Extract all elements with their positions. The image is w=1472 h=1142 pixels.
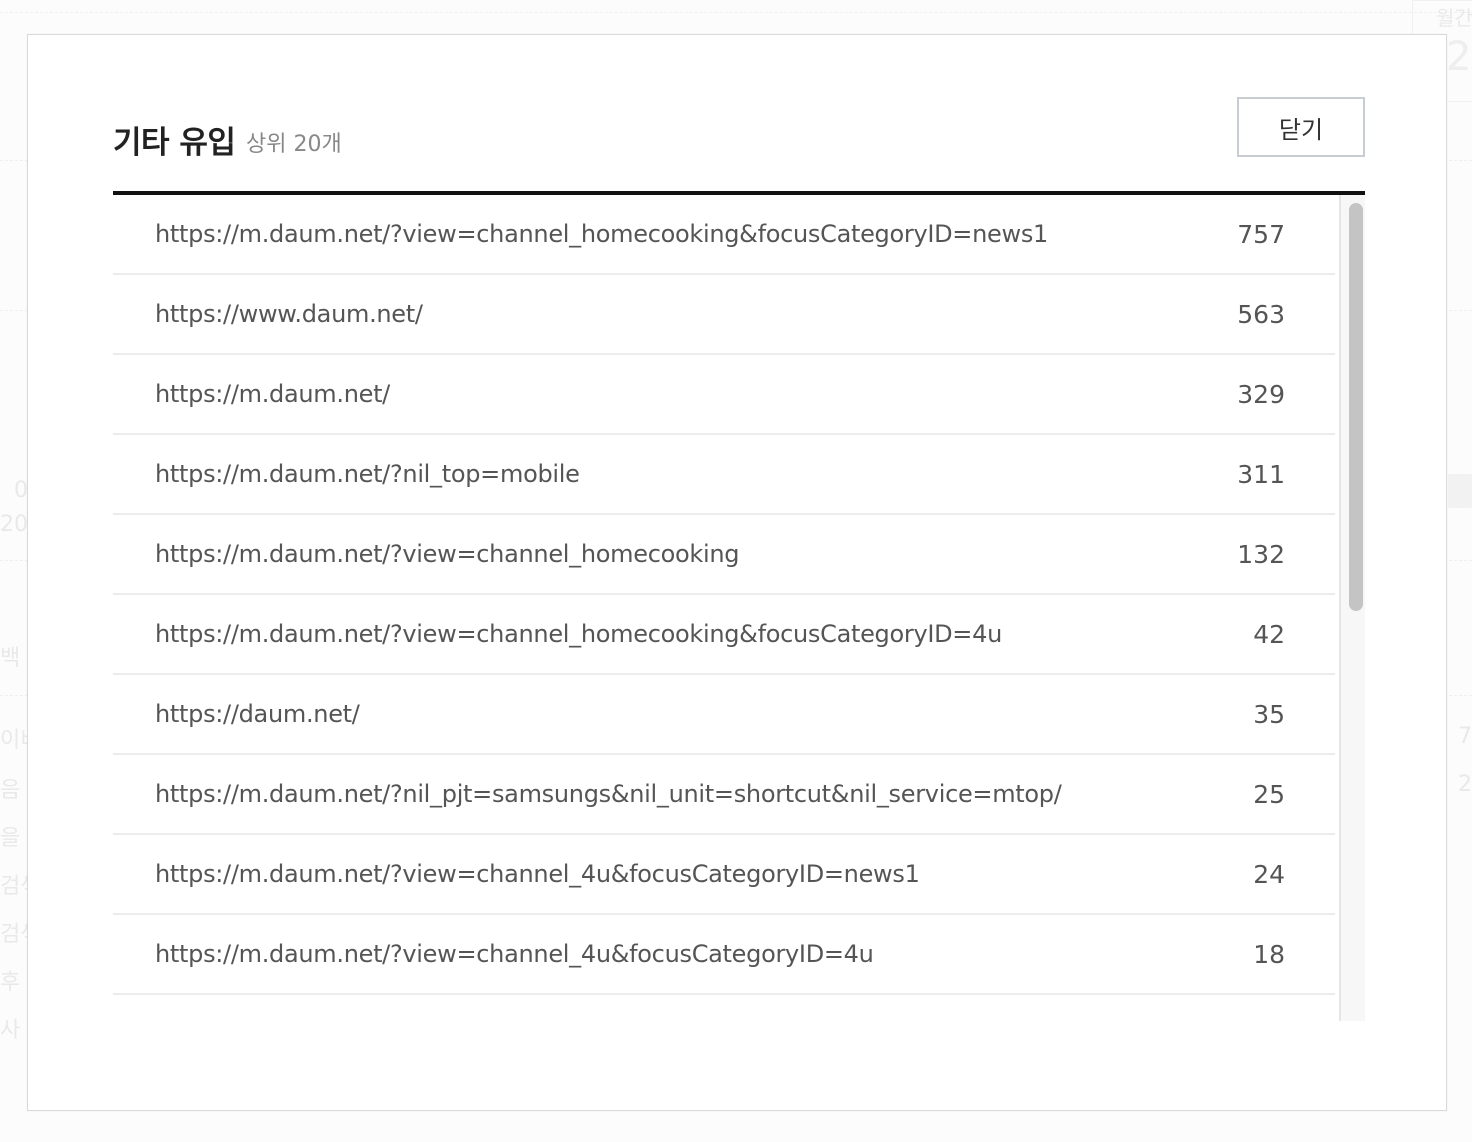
- background-fragment: 7: [1458, 724, 1472, 749]
- referrer-count: 42: [1253, 620, 1285, 649]
- scrollbar-track[interactable]: [1339, 195, 1365, 1021]
- referrer-list: https://m.daum.net/?view=channel_homecoo…: [113, 195, 1335, 995]
- other-referrers-modal: 기타 유입 상위 20개 닫기 https://m.daum.net/?view…: [27, 34, 1447, 1111]
- background-divider: [0, 12, 1472, 13]
- referrer-url: https://m.daum.net/?view=channel_4u&focu…: [155, 940, 874, 968]
- background-monthly-label: 월간: [1436, 6, 1472, 30]
- referrer-row: https://m.daum.net/?view=channel_4u&focu…: [113, 915, 1335, 995]
- referrer-url: https://m.daum.net/?view=channel_homecoo…: [155, 620, 1002, 648]
- referrer-url: https://m.daum.net/?view=channel_homecoo…: [155, 540, 740, 568]
- modal-subtitle: 상위 20개: [246, 132, 342, 157]
- referrer-url: https://m.daum.net/?view=channel_4u&focu…: [155, 860, 920, 888]
- referrer-count: 311: [1237, 460, 1285, 489]
- referrer-list-scroll-area[interactable]: https://m.daum.net/?view=channel_homecoo…: [113, 195, 1365, 1021]
- referrer-url: https://m.daum.net/?nil_pjt=samsungs&nil…: [155, 780, 1062, 808]
- modal-title: 기타 유입: [113, 125, 236, 161]
- referrer-row: https://m.daum.net/?view=channel_homecoo…: [113, 195, 1335, 275]
- referrer-url: https://m.daum.net/: [155, 380, 390, 408]
- background-fragment: 0: [14, 478, 28, 503]
- referrer-count: 757: [1237, 220, 1285, 249]
- referrer-count: 24: [1253, 860, 1285, 889]
- background-monthly-value: 2,: [1446, 34, 1472, 80]
- referrer-count: 329: [1237, 380, 1285, 409]
- background-button: [1448, 474, 1472, 508]
- background-fragment: 백: [0, 646, 21, 671]
- referrer-count: 35: [1253, 700, 1285, 729]
- referrer-url: https://m.daum.net/?view=channel_homecoo…: [155, 220, 1048, 248]
- referrer-count: 563: [1237, 300, 1285, 329]
- referrer-url: https://www.daum.net/: [155, 300, 423, 328]
- referrer-count: 25: [1253, 780, 1285, 809]
- referrer-row: https://m.daum.net/?view=channel_4u&focu…: [113, 835, 1335, 915]
- referrer-url: https://daum.net/: [155, 700, 360, 728]
- referrer-count: 18: [1253, 940, 1285, 969]
- referrer-count: 132: [1237, 540, 1285, 569]
- referrer-row: https://m.daum.net/?view=channel_homecoo…: [113, 595, 1335, 675]
- referrer-row: https://m.daum.net/?nil_pjt=samsungs&nil…: [113, 755, 1335, 835]
- scrollbar-thumb[interactable]: [1349, 203, 1363, 611]
- referrer-url: https://m.daum.net/?nil_top=mobile: [155, 460, 580, 488]
- referrer-row: https://m.daum.net/?view=channel_homecoo…: [113, 515, 1335, 595]
- referrer-row: https://www.daum.net/563: [113, 275, 1335, 355]
- referrer-row: https://m.daum.net/?nil_top=mobile 311: [113, 435, 1335, 515]
- modal-header: 기타 유입 상위 20개 닫기: [113, 97, 1365, 195]
- referrer-row: https://m.daum.net/329: [113, 355, 1335, 435]
- background-fragment: 2: [1458, 772, 1472, 797]
- close-button[interactable]: 닫기: [1237, 97, 1365, 157]
- referrer-row: https://daum.net/35: [113, 675, 1335, 755]
